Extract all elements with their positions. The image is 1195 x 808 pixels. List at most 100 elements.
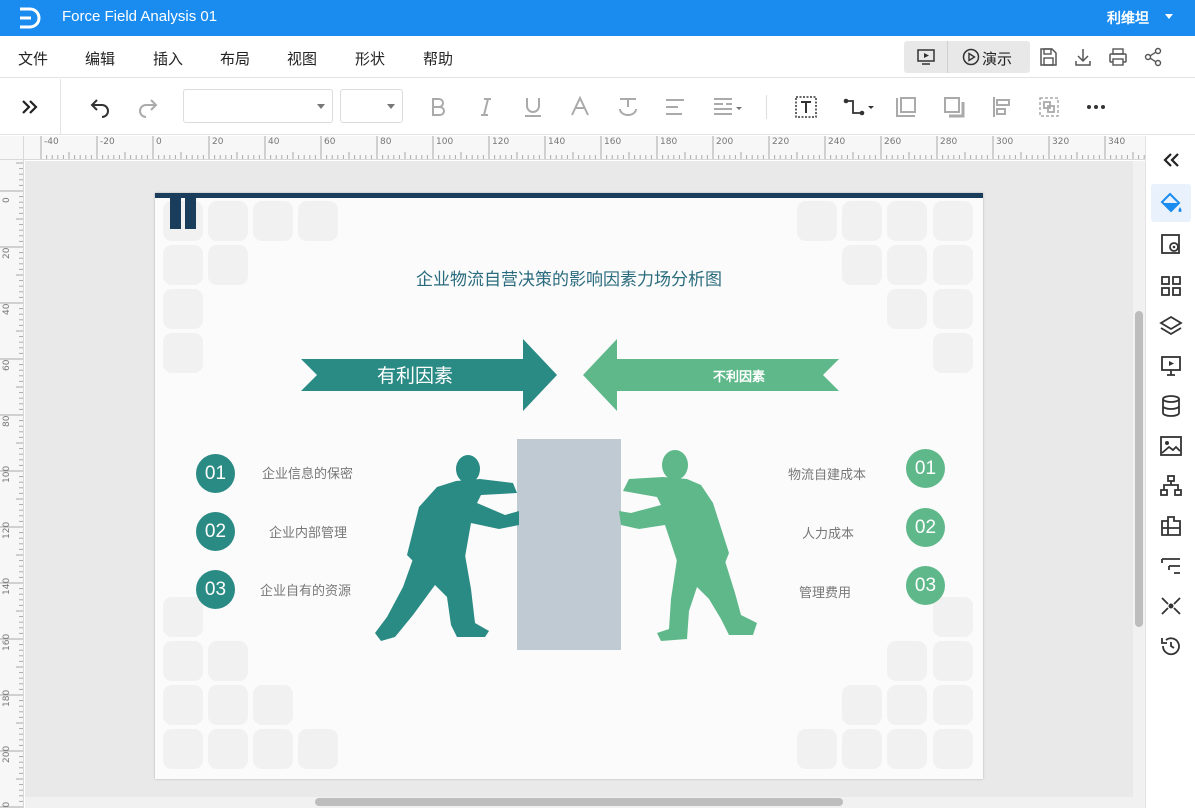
org-chart-icon[interactable] (1159, 474, 1183, 498)
more-icon[interactable] (1084, 95, 1108, 119)
ruler-label: 0 (2, 197, 12, 203)
history-icon[interactable] (1159, 634, 1183, 658)
left-pushing-figure[interactable] (373, 447, 523, 647)
pattern-square (933, 201, 973, 241)
right-pushing-figure[interactable] (617, 443, 767, 649)
save-icon[interactable] (1037, 46, 1059, 68)
pattern-square (163, 641, 203, 681)
layers-icon[interactable] (1159, 314, 1183, 338)
font-color-icon[interactable] (568, 95, 592, 119)
play-circle-icon (962, 48, 980, 66)
user-menu-caret-icon[interactable] (1165, 14, 1173, 19)
menu-help[interactable]: 帮助 (423, 48, 453, 69)
unfavorable-item-2[interactable]: 人力成本 (802, 523, 854, 542)
app-logo-icon[interactable] (16, 6, 42, 30)
connector-icon[interactable] (842, 95, 876, 119)
ruler-label: 60 (324, 137, 336, 147)
text-box-icon[interactable] (794, 95, 818, 119)
line-spacing-icon[interactable] (711, 95, 745, 119)
favorable-item-1[interactable]: 企业信息的保密 (262, 463, 353, 482)
ruler-label: 160 (604, 137, 622, 147)
pattern-square (887, 289, 927, 329)
menu-insert[interactable]: 插入 (153, 48, 183, 69)
vertical-scrollbar[interactable] (1133, 161, 1145, 808)
horizontal-ruler[interactable]: -40 -20 0 20 40 60 80 100 120 140 160 180 200 220 240 2… (24, 136, 1145, 160)
presentation-icon[interactable] (1159, 354, 1183, 378)
font-family-select[interactable] (183, 89, 333, 123)
present-group: 演示 (904, 41, 1030, 73)
chevron-down-icon (387, 104, 395, 109)
unfavorable-item-3[interactable]: 管理费用 (799, 582, 851, 601)
favorable-number-3[interactable]: 03 (196, 570, 235, 609)
bold-icon[interactable] (426, 95, 450, 119)
menu-edit[interactable]: 编辑 (85, 48, 115, 69)
header-bar (155, 193, 983, 198)
download-icon[interactable] (1072, 46, 1094, 68)
scroll-thumb[interactable] (315, 798, 843, 806)
unfavorable-number-3[interactable]: 03 (906, 566, 945, 605)
font-size-select[interactable] (340, 89, 403, 123)
collapse-icon[interactable] (1159, 148, 1183, 172)
table-icon[interactable] (1159, 514, 1183, 538)
unfavorable-item-1[interactable]: 物流自建成本 (788, 464, 866, 483)
ruler-label: 20 (2, 247, 12, 259)
print-icon[interactable] (1107, 46, 1129, 68)
undo-icon[interactable] (88, 95, 112, 119)
menu-layout[interactable]: 布局 (220, 48, 250, 69)
image-icon[interactable] (1159, 434, 1183, 458)
pattern-square (163, 729, 203, 769)
canvas-area[interactable]: 企业物流自营决策的影响因素力场分析图 有利因素 不利因素 01 企业信息的保密 … (25, 161, 1133, 797)
preview-button[interactable] (904, 41, 948, 73)
unfavorable-number-2[interactable]: 02 (906, 508, 945, 547)
diagram-page[interactable]: 企业物流自营决策的影响因素力场分析图 有利因素 不利因素 01 企业信息的保密 … (155, 193, 983, 779)
pattern-square (163, 685, 203, 725)
expand-icon[interactable] (18, 95, 42, 119)
redo-icon[interactable] (136, 95, 160, 119)
ruler-label: 260 (884, 137, 902, 147)
menu-file[interactable]: 文件 (18, 48, 48, 69)
pattern-square (208, 729, 248, 769)
share-icon[interactable] (1142, 46, 1164, 68)
align-objects-icon[interactable] (990, 95, 1014, 119)
horizontal-scrollbar[interactable] (25, 797, 1133, 808)
center-block[interactable] (517, 439, 621, 650)
underline-icon[interactable] (521, 95, 545, 119)
text-highlight-icon[interactable] (616, 95, 640, 119)
toolbar-separator (766, 95, 767, 119)
italic-icon[interactable] (474, 95, 498, 119)
page-settings-icon[interactable] (1159, 232, 1183, 256)
align-icon[interactable] (663, 95, 687, 119)
favorable-number-1[interactable]: 01 (196, 454, 235, 493)
vertical-ruler[interactable]: 0 20 40 60 80 100 120 140 160 180 200 220 (0, 160, 24, 808)
ruler-label: 140 (548, 137, 566, 147)
menu-shape[interactable]: 形状 (355, 48, 385, 69)
symbols-icon[interactable] (1159, 274, 1183, 298)
favorable-item-3[interactable]: 企业自有的资源 (260, 580, 351, 599)
unfavorable-number-1[interactable]: 01 (906, 449, 945, 488)
shadow-icon[interactable] (942, 95, 966, 119)
pattern-square (842, 201, 882, 241)
ruler-label: 20 (212, 137, 224, 147)
right-sidebar (1145, 136, 1195, 808)
pattern-square (933, 597, 973, 637)
favorable-item-2[interactable]: 企业内部管理 (269, 522, 347, 541)
ruler-label: 300 (996, 137, 1014, 147)
document-title[interactable]: Force Field Analysis 01 (62, 8, 217, 25)
present-button[interactable]: 演示 (950, 41, 1030, 73)
pattern-square (298, 729, 338, 769)
menu-view[interactable]: 视图 (287, 48, 317, 69)
container-icon[interactable] (894, 95, 918, 119)
scroll-thumb[interactable] (1135, 311, 1143, 627)
group-icon[interactable] (1037, 95, 1061, 119)
favorable-number-2[interactable]: 02 (196, 512, 235, 551)
data-icon[interactable] (1159, 394, 1183, 418)
mind-map-icon[interactable] (1159, 594, 1183, 618)
pattern-square (208, 685, 248, 725)
fill-icon[interactable] (1159, 192, 1183, 216)
diagram-title[interactable]: 企业物流自营决策的影响因素力场分析图 (155, 265, 983, 290)
timeline-icon[interactable] (1159, 554, 1183, 578)
ruler-label: 320 (1052, 137, 1070, 147)
ruler-label: 100 (436, 137, 454, 147)
user-name[interactable]: 利维坦 (1107, 8, 1149, 28)
ruler-label: 40 (268, 137, 280, 147)
